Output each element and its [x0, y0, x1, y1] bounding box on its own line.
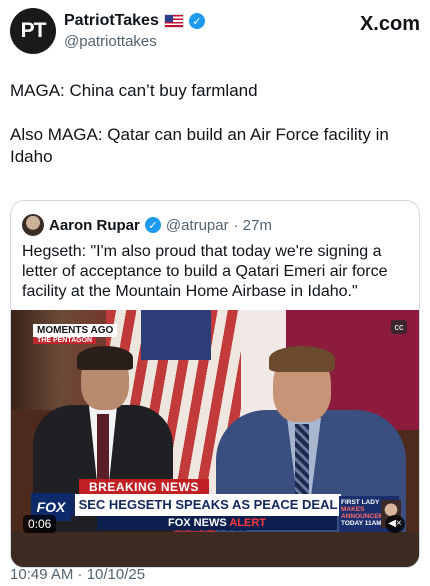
person-right-hair [269, 346, 335, 372]
quoted-handle[interactable]: @atrupar [166, 217, 229, 234]
fox-news-label: FOX NEWS [168, 517, 227, 529]
name-row: PatriotTakes ✓ [64, 12, 205, 30]
captions-icon[interactable]: cc [391, 320, 407, 334]
brand-logo: X.com [359, 13, 420, 35]
tweet-text: MAGA: China can’t buy farmland Also MAGA… [10, 80, 420, 168]
tweet-line-1: MAGA: China can’t buy farmland [10, 81, 258, 100]
us-flag-canton [141, 310, 211, 360]
post-timestamp[interactable]: 10:49 AM · 10/10/25 [10, 566, 145, 583]
verified-badge-icon: ✓ [144, 217, 161, 233]
moments-ago-label: MOMENTS AGO [33, 324, 118, 337]
fox-news-alert: FOX NEWS ALERT [97, 516, 337, 530]
mute-icon[interactable]: ◀× [385, 515, 405, 533]
video-player[interactable]: MOMENTS AGO THE PENTAGON cc BREAKING NEW… [11, 310, 419, 567]
us-flag-icon [163, 14, 184, 28]
alert-label: ALERT [229, 517, 266, 529]
breaking-news-banner: BREAKING NEWS [79, 479, 209, 495]
user-handle[interactable]: @patriottakes [64, 33, 157, 50]
tweet-header: PT PatriotTakes ✓ @patriottakes X.com [10, 8, 420, 54]
quoted-avatar[interactable] [22, 214, 44, 236]
person-right-tie [295, 424, 309, 496]
verified-badge-icon: ✓ [188, 13, 205, 29]
news-chyron: SEC HEGSETH SPEAKS AS PEACE DEAL TAKES H… [71, 494, 341, 534]
video-timestamp: 0:06 [23, 515, 57, 533]
display-name[interactable]: PatriotTakes [64, 12, 159, 30]
quoted-tweet[interactable]: Aaron Rupar ✓ @atrupar · 27m Hegseth: "I… [10, 200, 420, 568]
quoted-text: Hegseth: "I'm also proud that today we'r… [22, 243, 388, 300]
quoted-header: Aaron Rupar ✓ @atrupar · 27m [22, 214, 272, 236]
quoted-display-name[interactable]: Aaron Rupar [49, 217, 140, 234]
tweet-line-2: Also MAGA: Qatar can build an Air Force … [10, 125, 389, 166]
person-left-tie [97, 414, 109, 484]
location-label: THE PENTAGON [33, 337, 97, 344]
person-left-hair [77, 346, 133, 370]
quoted-age: · 27m [233, 216, 272, 234]
avatar[interactable]: PT [10, 8, 56, 54]
